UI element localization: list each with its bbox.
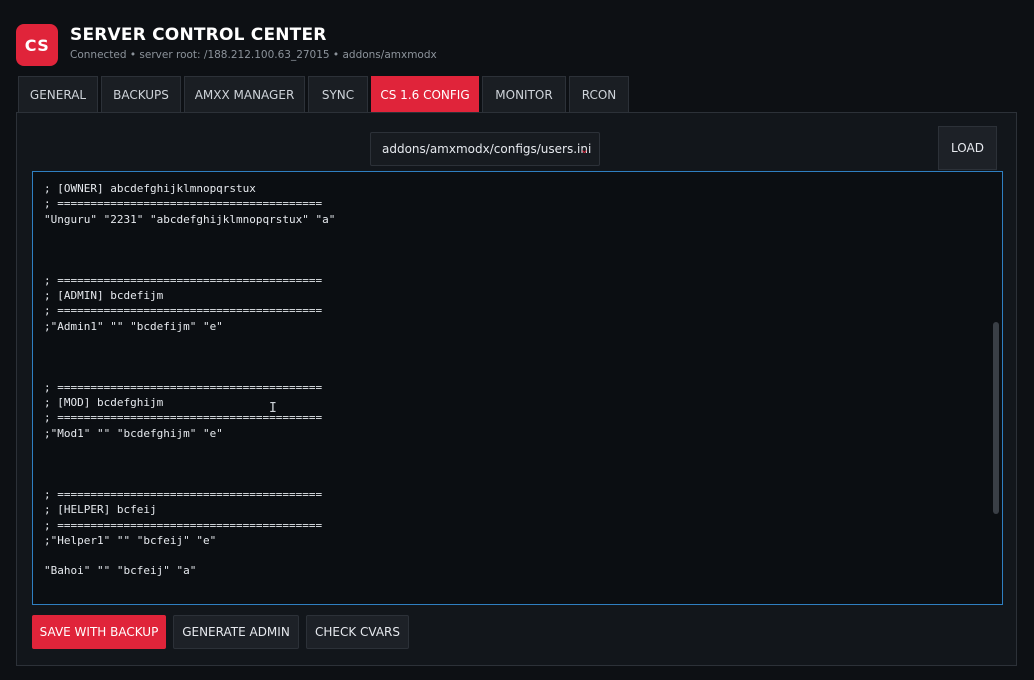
config-file-select[interactable]: addons/amxmodx/configs/users.ini ⌄	[370, 132, 600, 166]
tab-bar: GENERAL BACKUPS AMXX MANAGER SYNC CS 1.6…	[18, 76, 632, 112]
tab-amxx-manager[interactable]: AMXX MANAGER	[184, 76, 305, 112]
action-bar: SAVE WITH BACKUP GENERATE ADMIN CHECK CV…	[32, 615, 416, 649]
tab-rcon[interactable]: RCON	[569, 76, 629, 112]
config-panel: addons/amxmodx/configs/users.ini ⌄ LOAD …	[16, 112, 1017, 666]
save-with-backup-button[interactable]: SAVE WITH BACKUP	[32, 615, 166, 649]
tab-cs16-config[interactable]: CS 1.6 CONFIG	[371, 76, 479, 112]
tab-sync[interactable]: SYNC	[308, 76, 368, 112]
chevron-down-icon: ⌄	[579, 143, 589, 156]
tab-backups[interactable]: BACKUPS	[101, 76, 181, 112]
check-cvars-button[interactable]: CHECK CVARS	[306, 615, 409, 649]
load-button[interactable]: LOAD	[938, 126, 997, 170]
config-editor-content[interactable]: ; [OWNER] abcdefghijklmnopqrstux ; =====…	[44, 181, 335, 579]
header: CS SERVER CONTROL CENTER Connected • ser…	[16, 18, 437, 68]
connection-status: Connected • server root: /188.212.100.63…	[70, 49, 437, 61]
app-window: CS SERVER CONTROL CENTER Connected • ser…	[0, 0, 1034, 680]
title-block: SERVER CONTROL CENTER Connected • server…	[70, 25, 437, 61]
tab-monitor[interactable]: MONITOR	[482, 76, 566, 112]
text-cursor-icon: I	[269, 401, 277, 416]
config-file-value: addons/amxmodx/configs/users.ini	[382, 142, 592, 156]
app-title: SERVER CONTROL CENTER	[70, 25, 327, 45]
cs-logo-icon: CS	[16, 24, 58, 66]
tab-general[interactable]: GENERAL	[18, 76, 98, 112]
config-editor[interactable]: ; [OWNER] abcdefghijklmnopqrstux ; =====…	[32, 171, 1003, 605]
editor-scrollbar[interactable]	[993, 322, 999, 514]
generate-admin-button[interactable]: GENERATE ADMIN	[173, 615, 299, 649]
